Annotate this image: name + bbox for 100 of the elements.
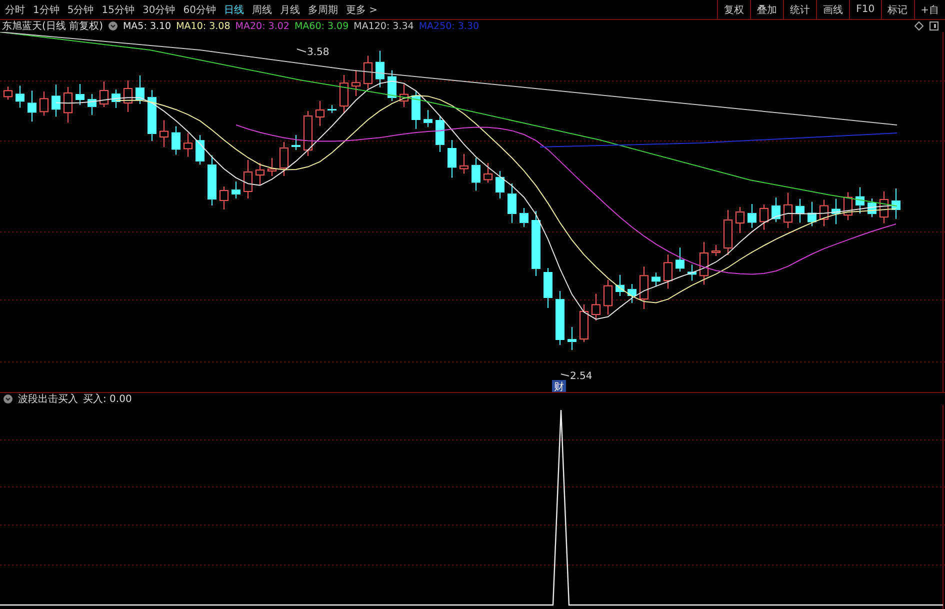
more-menu[interactable]: 更多 > (342, 2, 381, 16)
candlestick (676, 247, 684, 272)
candlestick (820, 199, 828, 227)
price-label: 2.54 (570, 371, 592, 382)
candlestick (100, 81, 108, 108)
stock-title: 东旭蓝天(日线 前复权) (2, 20, 103, 33)
candlestick (700, 242, 708, 286)
candlestick (244, 160, 252, 199)
candlestick (376, 50, 384, 88)
candlestick (544, 268, 552, 308)
finance-badge[interactable]: 财 (552, 380, 566, 392)
candlestick (556, 290, 564, 346)
candlestick (340, 74, 348, 114)
period-tab[interactable]: 60分钟 (180, 2, 219, 16)
candlestick (532, 210, 540, 276)
candlestick (436, 116, 444, 152)
indicator-title: 波段出击买入 (18, 392, 78, 406)
moving-average-value: MA250: 3.30 (418, 20, 480, 32)
panel-toggle-icon[interactable] (929, 21, 939, 31)
period-tab[interactable]: 30分钟 (139, 2, 178, 16)
diamond-icon[interactable] (914, 21, 924, 31)
period-tab[interactable]: 5分钟 (64, 2, 97, 16)
candlestick (28, 90, 36, 122)
candlestick (424, 110, 432, 128)
candlestick (112, 89, 120, 108)
candlestick (856, 186, 864, 214)
candlestick (808, 201, 816, 227)
candlestick (304, 110, 312, 156)
moving-average-value: MA20: 3.02 (235, 20, 290, 32)
candlestick (268, 158, 276, 176)
settings-icon[interactable] (3, 394, 13, 404)
moving-average-value: MA60: 3.09 (294, 20, 349, 32)
period-tab[interactable]: 1分钟 (30, 2, 62, 16)
candlestick (16, 85, 24, 108)
toolbar-button[interactable]: 画线 (816, 0, 850, 19)
candlestick (628, 284, 636, 304)
candlestick (472, 157, 480, 192)
toolbar-button[interactable]: +自 (914, 0, 945, 19)
candlestick (448, 140, 456, 178)
candlestick (772, 196, 780, 223)
candlestick (172, 126, 180, 156)
period-tab[interactable]: 分时 (2, 2, 28, 16)
candlestick (724, 210, 732, 256)
candlestick (784, 192, 792, 229)
candlestick (40, 91, 48, 116)
toolbar-button[interactable]: 复权 (717, 0, 750, 19)
candlestick (52, 84, 60, 118)
candlestick (64, 86, 72, 124)
toolbar-button[interactable]: F10 (849, 0, 881, 19)
candlestick (460, 153, 468, 174)
candlestick (520, 208, 528, 228)
price-label: 3.58 (307, 47, 330, 58)
candlestick (640, 266, 648, 310)
candlestick (760, 204, 768, 230)
toolbar-button[interactable]: 标记 (880, 0, 914, 19)
candlestick (4, 86, 12, 100)
candlestick (232, 181, 240, 199)
moving-average-value: MA10: 3.08 (176, 20, 230, 32)
candlestick (256, 162, 264, 186)
candlestick (76, 84, 84, 106)
candlestick (568, 326, 576, 350)
candlestick (184, 132, 192, 158)
toolbar-button[interactable]: 叠加 (750, 0, 784, 19)
candlestick (412, 90, 420, 130)
candlestick (592, 293, 600, 321)
candlestick (148, 90, 156, 142)
candlestick (280, 142, 288, 176)
candlestick (292, 134, 300, 150)
candlestick (196, 134, 204, 165)
candlestick (136, 75, 144, 104)
candlestick (712, 244, 720, 256)
period-tab[interactable]: 周线 (248, 2, 275, 16)
leader-line (560, 374, 570, 376)
candlestick (124, 80, 132, 112)
moving-average-value: MA120: 3.34 (354, 20, 414, 32)
candlestick (652, 272, 660, 288)
candlestick (208, 155, 216, 206)
leader-line (296, 48, 306, 52)
candlestick (328, 104, 336, 114)
period-tab[interactable]: 多周期 (304, 2, 341, 16)
toolbar-button[interactable]: 统计 (783, 0, 816, 19)
candlestick (664, 254, 672, 290)
candlestick (868, 198, 876, 218)
candlestick (748, 204, 756, 228)
candlestick (604, 279, 612, 316)
candlestick (388, 70, 396, 102)
period-tab[interactable]: 日线 (220, 2, 247, 16)
candlestick (316, 100, 324, 126)
moving-average-value: MA5: 3.10 (122, 20, 172, 32)
period-tab[interactable]: 月线 (276, 2, 303, 16)
candlestick (220, 186, 228, 210)
candlestick (364, 55, 372, 90)
period-tab[interactable]: 15分钟 (98, 2, 138, 16)
settings-icon[interactable] (108, 21, 118, 31)
candlestick (616, 274, 624, 296)
candlestick (496, 170, 504, 199)
candlestick (844, 192, 852, 221)
candlestick (832, 198, 840, 225)
candlestick (736, 206, 744, 234)
candlestick (508, 183, 516, 224)
